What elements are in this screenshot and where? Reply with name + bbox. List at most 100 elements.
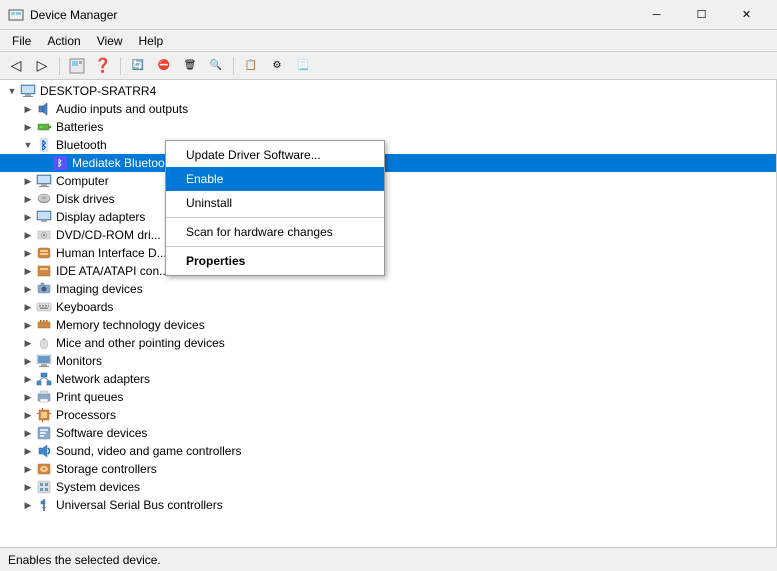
hid-expand[interactable]: ▶ (20, 245, 36, 261)
tree-item-software[interactable]: ▶ Software devices (0, 424, 776, 442)
close-button[interactable]: ✕ (724, 0, 769, 30)
app-icon (8, 7, 24, 23)
update-driver-button[interactable]: 🔄 (126, 55, 150, 77)
tree-item-network[interactable]: ▶ Network adapters (0, 370, 776, 388)
restore-button[interactable]: ☐ (679, 0, 724, 30)
batteries-label: Batteries (56, 120, 776, 134)
tree-item-sound[interactable]: ▶ Sound, video and game controllers (0, 442, 776, 460)
events-button[interactable]: 📃 (291, 55, 315, 77)
processors-expand[interactable]: ▶ (20, 407, 36, 423)
keyboards-expand[interactable]: ▶ (20, 299, 36, 315)
minimize-button[interactable]: ─ (634, 0, 679, 30)
network-expand[interactable]: ▶ (20, 371, 36, 387)
processors-icon (36, 407, 52, 423)
processors-label: Processors (56, 408, 776, 422)
device-tree[interactable]: ▼ DESKTOP-SRATRR4 ▶ Audio inputs and (0, 80, 777, 547)
tree-item-keyboards[interactable]: ▶ Keyboards (0, 298, 776, 316)
tree-item-usb[interactable]: ▶ Universal Serial Bus controllers (0, 496, 776, 514)
usb-icon (36, 497, 52, 513)
mice-icon (36, 335, 52, 351)
system-icon (36, 479, 52, 495)
tree-root[interactable]: ▼ DESKTOP-SRATRR4 (0, 82, 776, 100)
context-properties[interactable]: Properties (166, 249, 384, 273)
tree-item-audio[interactable]: ▶ Audio inputs and outputs (0, 100, 776, 118)
tree-item-system[interactable]: ▶ System devices (0, 478, 776, 496)
title-bar: Device Manager ─ ☐ ✕ (0, 0, 777, 30)
tree-item-mice[interactable]: ▶ Mice and other pointing devices (0, 334, 776, 352)
scan-button[interactable]: 🔍 (204, 55, 228, 77)
memory-label: Memory technology devices (56, 318, 776, 332)
usb-expand[interactable]: ▶ (20, 497, 36, 513)
tree-item-storage[interactable]: ▶ Storage controllers (0, 460, 776, 478)
mice-expand[interactable]: ▶ (20, 335, 36, 351)
storage-expand[interactable]: ▶ (20, 461, 36, 477)
context-menu: Update Driver Software... Enable Uninsta… (165, 140, 385, 276)
menu-file[interactable]: File (4, 32, 39, 50)
show-all-button[interactable]: 📋 (239, 55, 263, 77)
bluetooth-label: Bluetooth (56, 138, 776, 152)
bluetooth-expand[interactable]: ▼ (20, 137, 36, 153)
audio-expand[interactable]: ▶ (20, 101, 36, 117)
hid-icon (36, 245, 52, 261)
tree-item-bt-device[interactable]: ᛒ Mediatek Bluetooth Adaptor (0, 154, 776, 172)
memory-icon (36, 317, 52, 333)
bt-device-icon: ᛒ (52, 155, 68, 171)
properties-button[interactable] (65, 55, 89, 77)
tree-item-batteries[interactable]: ▶ Batteries (0, 118, 776, 136)
context-update-driver[interactable]: Update Driver Software... (166, 143, 384, 167)
disable-button[interactable]: ⛔ (152, 55, 176, 77)
display-icon (36, 209, 52, 225)
window-controls: ─ ☐ ✕ (634, 0, 769, 30)
tree-item-computer[interactable]: ▶ Computer (0, 172, 776, 190)
software-expand[interactable]: ▶ (20, 425, 36, 441)
system-expand[interactable]: ▶ (20, 479, 36, 495)
keyboards-icon (36, 299, 52, 315)
network-label: Network adapters (56, 372, 776, 386)
status-bar: Enables the selected device. (0, 547, 777, 571)
context-scan[interactable]: Scan for hardware changes (166, 220, 384, 244)
display-label: Display adapters (56, 210, 776, 224)
imaging-expand[interactable]: ▶ (20, 281, 36, 297)
memory-expand[interactable]: ▶ (20, 317, 36, 333)
sound-expand[interactable]: ▶ (20, 443, 36, 459)
display-expand[interactable]: ▶ (20, 209, 36, 225)
forward-button[interactable]: ▷ (30, 55, 54, 77)
uninstall-button[interactable]: 🗑 (178, 55, 202, 77)
disk-label: Disk drives (56, 192, 776, 206)
dvd-expand[interactable]: ▶ (20, 227, 36, 243)
context-enable[interactable]: Enable (166, 167, 384, 191)
imaging-icon (36, 281, 52, 297)
computer-expand[interactable]: ▶ (20, 173, 36, 189)
tree-item-dvd[interactable]: ▶ DVD/CD-ROM dri... (0, 226, 776, 244)
print-expand[interactable]: ▶ (20, 389, 36, 405)
tree-item-processors[interactable]: ▶ Processors (0, 406, 776, 424)
tree-item-imaging[interactable]: ▶ Imaging devices (0, 280, 776, 298)
tree-item-disk[interactable]: ▶ Disk drives (0, 190, 776, 208)
root-expand[interactable]: ▼ (4, 83, 20, 99)
window-title: Device Manager (30, 8, 634, 22)
ide-expand[interactable]: ▶ (20, 263, 36, 279)
menu-help[interactable]: Help (131, 32, 172, 50)
system-label: System devices (56, 480, 776, 494)
tree-item-print[interactable]: ▶ Print queues (0, 388, 776, 406)
tree-item-hid[interactable]: ▶ Human Interface D... (0, 244, 776, 262)
menu-action[interactable]: Action (39, 32, 88, 50)
menu-view[interactable]: View (89, 32, 131, 50)
svg-text:ᛒ: ᛒ (41, 140, 48, 152)
tree-item-bluetooth[interactable]: ▼ ᛒ Bluetooth (0, 136, 776, 154)
tree-item-memory[interactable]: ▶ Memory technology devices (0, 316, 776, 334)
monitors-expand[interactable]: ▶ (20, 353, 36, 369)
ide-icon (36, 263, 52, 279)
computer-tree-icon (36, 173, 52, 189)
batteries-expand[interactable]: ▶ (20, 119, 36, 135)
tree-item-monitors[interactable]: ▶ Monitors (0, 352, 776, 370)
context-uninstall[interactable]: Uninstall (166, 191, 384, 215)
usb-label: Universal Serial Bus controllers (56, 498, 776, 512)
tree-item-display[interactable]: ▶ Display adapters (0, 208, 776, 226)
main-content: ▼ DESKTOP-SRATRR4 ▶ Audio inputs and (0, 80, 777, 547)
tree-item-ide[interactable]: ▶ IDE ATA/ATAPI con... (0, 262, 776, 280)
disk-expand[interactable]: ▶ (20, 191, 36, 207)
help-button[interactable]: ❓ (91, 55, 115, 77)
back-button[interactable]: ◁ (4, 55, 28, 77)
resources-button[interactable]: ⚙ (265, 55, 289, 77)
